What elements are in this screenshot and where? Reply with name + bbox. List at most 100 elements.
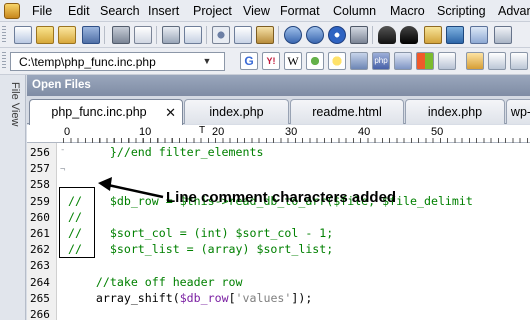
line-number: 263	[30, 259, 50, 273]
menu-advanced[interactable]: Advan	[498, 4, 530, 18]
code-line[interactable]: }//end filter_elements	[68, 145, 264, 159]
replace-icon[interactable]	[400, 26, 418, 44]
main-toolbar	[0, 22, 530, 48]
menu-insert[interactable]: Insert	[148, 4, 179, 18]
menu-bar: File Edit Search Insert Project View For…	[0, 0, 530, 22]
tab-label: php_func.inc.php	[51, 105, 147, 119]
yahoo-icon[interactable]: Y!	[262, 52, 280, 70]
google-icon[interactable]: G	[240, 52, 258, 70]
cut-icon[interactable]	[212, 26, 230, 44]
spell-check-icon[interactable]	[438, 52, 456, 70]
fold-marker[interactable]: ¬	[60, 165, 65, 175]
close-file-icon[interactable]	[134, 26, 152, 44]
windows-icon[interactable]	[416, 52, 434, 70]
find-in-files-icon[interactable]	[424, 26, 442, 44]
code-token: 'values'	[235, 290, 292, 305]
ruler-label: 20	[212, 126, 225, 138]
menu-search[interactable]: Search	[100, 4, 140, 18]
close-icon[interactable]: ✕	[165, 105, 176, 121]
open-folder-icon[interactable]	[36, 26, 54, 44]
toolbar-grip[interactable]	[2, 52, 6, 70]
find-icon[interactable]	[378, 26, 396, 44]
tip-icon[interactable]	[328, 52, 346, 70]
chevron-down-icon[interactable]: ▼	[200, 53, 214, 70]
toolbar-separator	[206, 26, 207, 44]
save-icon[interactable]	[82, 26, 100, 44]
menu-format[interactable]: Format	[280, 4, 320, 18]
tab-php-func[interactable]: php_func.inc.php ✕	[29, 99, 183, 125]
app-icon[interactable]	[4, 3, 20, 19]
ruler-label: 30	[285, 126, 298, 138]
toolbar-separator	[104, 26, 105, 44]
tab-label: wp-	[510, 105, 530, 119]
mysql-icon[interactable]	[394, 52, 412, 70]
file-view-label[interactable]: File View	[3, 82, 21, 142]
tab-index-php-2[interactable]: index.php	[405, 99, 505, 124]
ruler-label: 40	[358, 126, 371, 138]
format-icon[interactable]	[466, 52, 484, 70]
code-token: $sort_list = (array) $sort_list;	[81, 242, 334, 257]
undo-icon[interactable]	[284, 26, 302, 44]
line-number: 259	[30, 194, 50, 208]
open-files-title: Open Files	[32, 79, 91, 91]
line-number: 256	[30, 146, 50, 159]
new-file-icon[interactable]	[14, 26, 32, 44]
toolbar-grip[interactable]	[2, 26, 6, 44]
copy-icon[interactable]	[234, 26, 252, 44]
line-number: 258	[30, 178, 50, 192]
comment-highlight-box	[59, 187, 95, 258]
ruler-label: 50	[431, 126, 444, 138]
edit-icon[interactable]	[488, 52, 506, 70]
menu-file[interactable]: File	[32, 4, 52, 18]
fold-marker[interactable]: -	[60, 145, 65, 155]
line-number: 260	[30, 210, 50, 224]
ruler-cursor-marker: T	[199, 125, 206, 136]
toolbar-separator	[372, 26, 373, 44]
column-ruler: 0 10 20 30 40 50 T	[27, 125, 530, 143]
web-browser-icon[interactable]	[328, 26, 346, 44]
tab-label: index.php	[209, 105, 264, 119]
menu-column[interactable]: Column	[333, 4, 376, 18]
open-files-header: Open Files	[27, 75, 530, 96]
tab-index-php[interactable]: index.php	[184, 99, 289, 124]
menu-scripting[interactable]: Scripting	[437, 4, 486, 18]
menu-macro[interactable]: Macro	[390, 4, 425, 18]
options-icon[interactable]	[510, 52, 528, 70]
annotation-text: Line comment characters added	[166, 189, 397, 206]
code-token: array_shift(	[68, 290, 180, 305]
menu-edit[interactable]: Edit	[68, 4, 90, 18]
settings-icon[interactable]	[350, 26, 368, 44]
msn-icon[interactable]	[306, 52, 324, 70]
print-preview-icon[interactable]	[184, 26, 202, 44]
paste-icon[interactable]	[256, 26, 274, 44]
tab-readme-html[interactable]: readme.html	[290, 99, 404, 124]
save-all-icon[interactable]	[112, 26, 130, 44]
toolbar-more-icon[interactable]	[470, 26, 488, 44]
wikipedia-icon[interactable]: W	[284, 52, 302, 70]
line-number: 257	[30, 162, 50, 176]
code-line[interactable]: //take off header row	[68, 275, 243, 289]
tab-wp[interactable]: wp-	[506, 99, 530, 124]
code-line[interactable]: // $sort_col = (int) $sort_col - 1;	[68, 226, 333, 240]
code-line[interactable]: array_shift($db_row['values']);	[68, 291, 312, 305]
code-editor[interactable]: 256 }//end filter_elements 257 258 259// $d…	[27, 143, 530, 320]
line-number: 264	[30, 275, 50, 289]
php-icon[interactable]: php	[372, 52, 390, 70]
print-icon[interactable]	[162, 26, 180, 44]
file-tab-bar: php_func.inc.php ✕ index.php readme.html…	[27, 96, 530, 125]
code-token: $sort_col = (int) $sort_col - 1;	[81, 226, 334, 240]
toolbar-separator	[278, 26, 279, 44]
open-icon[interactable]	[58, 26, 76, 44]
menu-project[interactable]: Project	[193, 4, 232, 18]
redo-icon[interactable]	[306, 26, 324, 44]
file-path-combobox[interactable]: C:\temp\php_func.inc.php	[10, 52, 225, 71]
menu-view[interactable]: View	[243, 4, 270, 18]
php-manual-icon[interactable]	[350, 52, 368, 70]
code-token: [	[228, 290, 236, 305]
line-number: 266	[30, 308, 50, 320]
code-line[interactable]: // $sort_list = (array) $sort_list;	[68, 242, 333, 256]
ruler-label: 10	[139, 126, 152, 138]
code-token: //take off header row	[68, 274, 243, 289]
replace-in-files-icon[interactable]	[446, 26, 464, 44]
toolbar-extra-icon[interactable]	[494, 26, 512, 44]
